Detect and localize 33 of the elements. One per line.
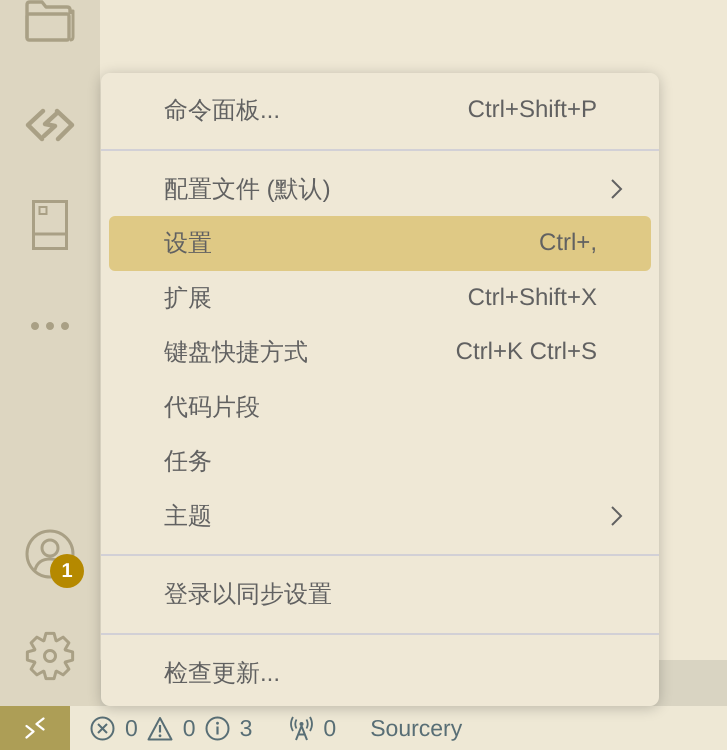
chevron-right-icon: [610, 178, 623, 200]
notification-badge: 1: [50, 554, 84, 588]
warning-icon[interactable]: [146, 716, 173, 740]
error-icon[interactable]: [90, 716, 115, 740]
menu-item[interactable]: 代码片段: [109, 380, 651, 434]
menu-item[interactable]: 扩展 Ctrl+Shift+X: [109, 270, 651, 325]
menu-item[interactable]: 命令面板... Ctrl+Shift+P: [109, 83, 651, 138]
folder-icon[interactable]: [25, 0, 75, 42]
shortcut-text: Ctrl+K Ctrl+S: [456, 338, 597, 366]
menu-item[interactable]: 主题: [109, 488, 651, 543]
menu-item[interactable]: 任务: [109, 434, 651, 488]
more-icon[interactable]: [30, 321, 70, 331]
warning-count: 0: [182, 714, 196, 742]
ports-count: 0: [323, 714, 336, 742]
chevron-right-icon: [610, 504, 623, 527]
shortcut-text: Ctrl+Shift+X: [468, 284, 597, 312]
brackets-icon[interactable]: [25, 108, 75, 142]
angle-brackets-icon: [25, 717, 45, 739]
menu-item[interactable]: 设置 Ctrl+,: [109, 216, 651, 270]
menu-item[interactable]: 检查更新...: [109, 646, 651, 700]
info-icon[interactable]: [204, 716, 230, 740]
menu-item[interactable]: 键盘快捷方式 Ctrl+K Ctrl+S: [109, 325, 651, 380]
antenna-icon[interactable]: [289, 716, 314, 740]
extension-status-item[interactable]: Sourcery: [370, 714, 462, 742]
layout-icon[interactable]: [32, 200, 68, 250]
info-count: 3: [240, 714, 252, 742]
shortcut-text: Ctrl+,: [538, 229, 597, 258]
error-count: 0: [125, 714, 138, 742]
remote-button[interactable]: [0, 706, 70, 750]
shortcut-text: Ctrl+Shift+P: [468, 96, 597, 124]
menu-item[interactable]: 登录以同步设置: [109, 567, 651, 622]
settings-icon[interactable]: [25, 631, 75, 681]
menu-item[interactable]: 配置文件 (默认): [109, 162, 651, 216]
